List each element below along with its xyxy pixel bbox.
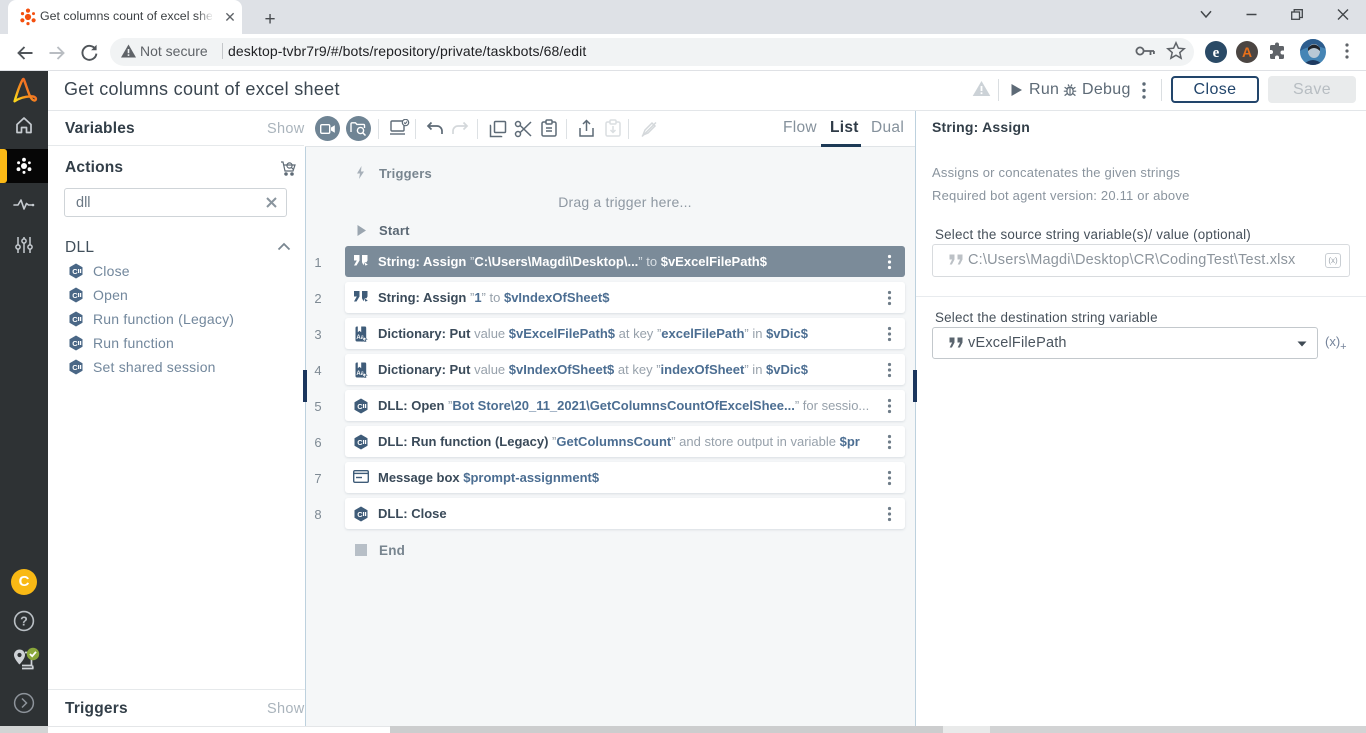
svg-text:C: C	[357, 438, 363, 447]
svg-text:A: A	[1242, 44, 1252, 60]
svg-text:C: C	[357, 510, 363, 519]
svg-text:?: ?	[20, 615, 28, 629]
svg-text:C: C	[357, 402, 363, 411]
svg-text:C: C	[72, 267, 78, 276]
svg-text:e: e	[1213, 45, 1220, 61]
svg-text:C: C	[72, 363, 78, 372]
svg-text:C: C	[72, 315, 78, 324]
svg-text:C: C	[72, 339, 78, 348]
svg-text:C: C	[72, 291, 78, 300]
